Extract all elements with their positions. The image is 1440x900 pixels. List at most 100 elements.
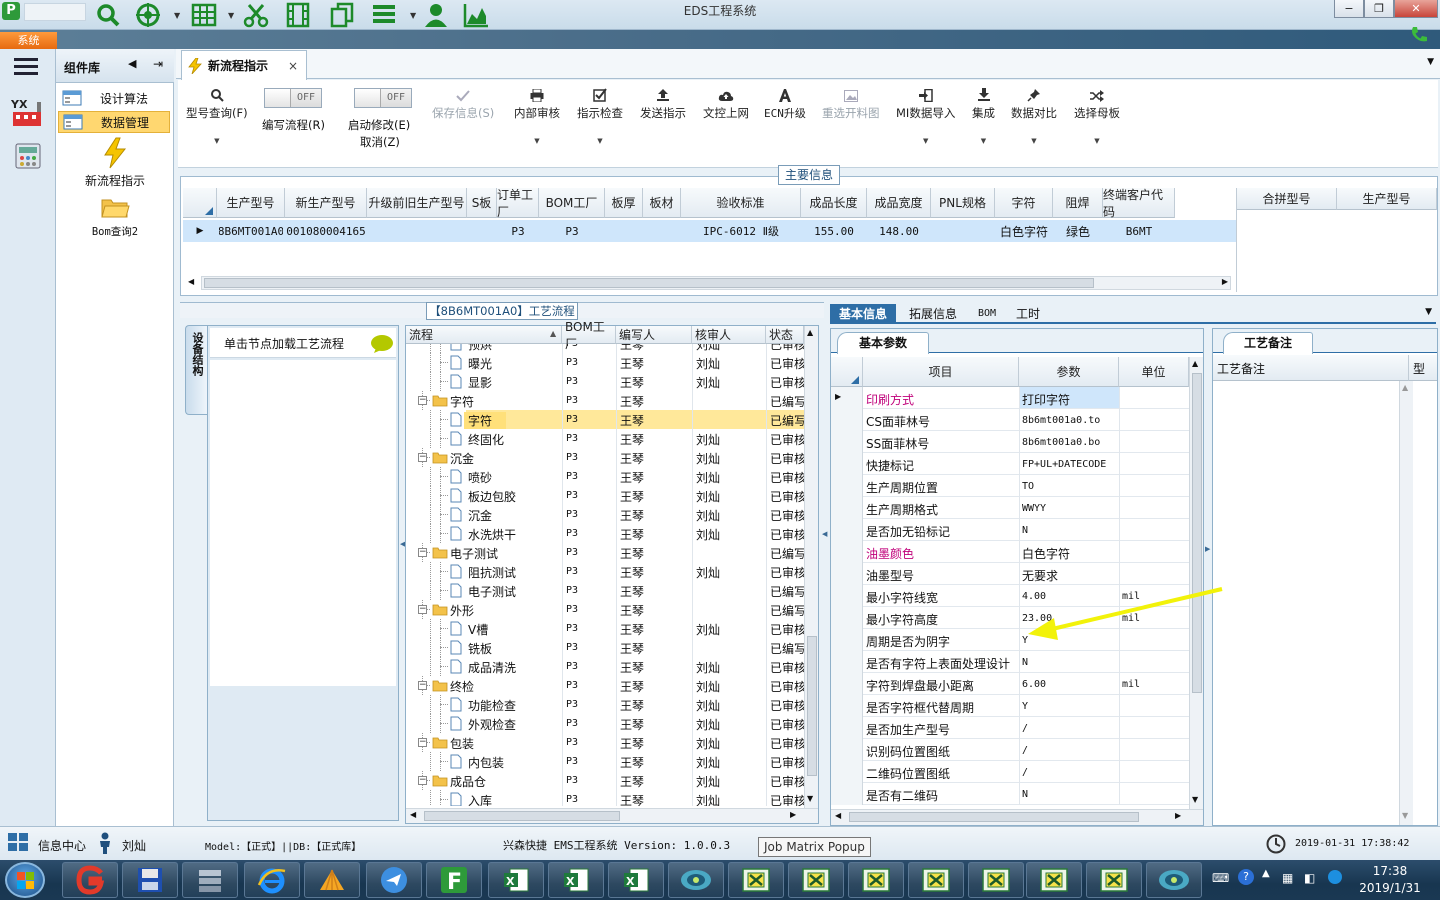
column-header[interactable]: 板材 (643, 188, 681, 218)
tree-row[interactable]: − 成品仓 P3 王琴 刘灿 已审核 (406, 771, 804, 790)
tab-close-icon[interactable]: × (288, 59, 298, 73)
edit-flow-label[interactable]: 编写流程(R) (262, 117, 325, 133)
column-header[interactable]: 状态 (766, 326, 804, 344)
collapse-toggle-icon[interactable]: − (418, 605, 427, 614)
column-header[interactable]: 项目 (863, 357, 1019, 387)
shortcut-bom-query[interactable]: Bom查询2 (56, 195, 174, 243)
taskbar-date[interactable]: 2019/1/31 (1354, 881, 1426, 895)
column-header[interactable]: PNL规格 (931, 188, 995, 218)
device-structure-tab[interactable]: 设备结构 (185, 325, 207, 415)
target-icon[interactable] (134, 2, 162, 28)
column-header[interactable]: BOM工厂 (539, 188, 605, 218)
cancel-button[interactable]: 取消(Z) (360, 134, 400, 150)
load-node-hint[interactable]: 单击节点加载工艺流程 (210, 328, 396, 358)
param-row[interactable]: 二维码位置图纸 / (831, 761, 1189, 783)
shortcut-new-flow[interactable]: 新流程指示 (56, 137, 174, 189)
param-row[interactable]: CS面菲林号 8b6mt001a0.to (831, 409, 1189, 431)
param-row[interactable]: 是否有二维码 N (831, 783, 1189, 805)
tree-row[interactable]: − 包装 P3 王琴 刘灿 已审核 (406, 733, 804, 752)
column-header[interactable]: 生产型号 (217, 188, 285, 218)
tree-row[interactable]: 水洗烘干 P3 王琴 刘灿 已审核 (406, 524, 804, 543)
dropdown-caret-icon[interactable]: ▼ (410, 11, 416, 20)
column-header[interactable]: 新生产型号 (285, 188, 367, 218)
excel-window-icon[interactable] (908, 862, 964, 898)
pcb-icon[interactable] (668, 862, 724, 898)
ecn-upgrade-button[interactable]: ECN升级 (764, 84, 806, 121)
calculator-icon[interactable] (14, 142, 42, 170)
tree-row[interactable]: 铣板 P3 王琴 已编写 (406, 638, 804, 657)
collapse-toggle-icon[interactable]: − (418, 396, 427, 405)
save-info-button[interactable]: 保存信息(S) (432, 84, 494, 121)
column-header[interactable]: 成品长度 (801, 188, 867, 218)
tray-expand-icon[interactable]: ▲ (1262, 868, 1270, 879)
column-header[interactable]: 参数 (1019, 357, 1119, 387)
dropdown-caret-icon[interactable]: ▼ (174, 11, 180, 20)
param-row[interactable]: ▶ 印刷方式 打印字符 (831, 387, 1189, 409)
detail-tab[interactable]: 拓展信息 (902, 304, 964, 324)
modify-label[interactable]: 启动修改(E) (348, 117, 410, 133)
scroll-down-icon[interactable]: ▼ (1402, 811, 1408, 820)
tree-row[interactable]: 显影 P3 王琴 刘灿 已审核 (406, 372, 804, 391)
excel-window-icon[interactable] (728, 862, 784, 898)
stack-icon[interactable] (182, 862, 238, 898)
param-row[interactable]: 是否有字符上表面处理设计 N (831, 651, 1189, 673)
help-icon[interactable]: ? (1238, 869, 1254, 885)
collapse-toggle-icon[interactable]: − (418, 738, 427, 747)
type-column-header[interactable]: 型 (1409, 355, 1437, 381)
detail-tab[interactable]: BOM (970, 304, 1004, 324)
scroll-down-icon[interactable]: ▼ (807, 794, 813, 803)
nav-item-design-algorithm[interactable]: 设计算法 (58, 87, 170, 109)
select-board-button[interactable]: 选择母板 ▼ (1074, 84, 1120, 145)
tree-row[interactable]: 外观检查 P3 王琴 刘灿 已审核 (406, 714, 804, 733)
param-row[interactable]: 是否加无铅标记 N (831, 519, 1189, 541)
excel-icon[interactable]: X (488, 862, 544, 898)
tree-row[interactable]: 沉金 P3 王琴 刘灿 已审核 (406, 505, 804, 524)
tab-new-flow[interactable]: 新流程指示 × (181, 50, 307, 80)
tree-row[interactable]: V槽 P3 王琴 刘灿 已审核 (406, 619, 804, 638)
scroll-up-icon[interactable]: ▲ (1192, 359, 1198, 368)
column-header[interactable]: 单位 (1119, 357, 1189, 387)
job-matrix-popup[interactable]: Job Matrix Popup (758, 837, 871, 857)
collapse-toggle-icon[interactable]: − (418, 776, 427, 785)
windows-grid-icon[interactable] (8, 833, 30, 853)
tree-row[interactable]: − 终检 P3 王琴 刘灿 已审核 (406, 676, 804, 695)
tree-row[interactable]: 阻抗测试 P3 王琴 刘灿 已审核 (406, 562, 804, 581)
scroll-thumb[interactable] (424, 811, 620, 821)
vertical-scrollbar[interactable]: ▲ ▼ (1189, 357, 1203, 809)
detail-tab[interactable]: 基本信息 (830, 304, 896, 324)
excel-window-icon[interactable] (788, 862, 844, 898)
collapse-toggle-icon[interactable]: − (418, 681, 427, 690)
param-row[interactable]: 油墨型号 无要求 (831, 563, 1189, 585)
vertical-scrollbar[interactable]: ▲ ▼ (804, 326, 818, 808)
scroll-left-icon[interactable]: ◀ (410, 810, 416, 819)
column-header[interactable]: 字符 (995, 188, 1053, 218)
reselect-cut-button[interactable]: 重选开料图 (822, 84, 880, 121)
excel-window-icon[interactable] (848, 862, 904, 898)
splitter-grip-icon[interactable]: ▶ (1205, 545, 1210, 553)
start-button[interactable] (5, 862, 45, 898)
param-row[interactable]: 识别码位置图纸 / (831, 739, 1189, 761)
param-row[interactable]: SS面菲林号 8b6mt001a0.bo (831, 431, 1189, 453)
excel-window-icon[interactable] (968, 862, 1024, 898)
column-header[interactable]: 成品宽度 (867, 188, 931, 218)
tree-row[interactable]: 预烘 P3 王琴 刘灿 已审核 (406, 344, 804, 353)
tree-row[interactable]: 板边包胶 P3 王琴 刘灿 已审核 (406, 486, 804, 505)
search-icon[interactable] (94, 2, 122, 28)
tree-row[interactable]: 曝光 P3 王琴 刘灿 已审核 (406, 353, 804, 372)
scroll-right-icon[interactable]: ▶ (790, 810, 796, 819)
param-row[interactable]: 快捷标记 FP+UL+DATECODE (831, 453, 1189, 475)
ie-icon[interactable] (244, 862, 300, 898)
column-header[interactable]: 阻焊 (1053, 188, 1103, 218)
column-header[interactable]: 终端客户代码 (1103, 188, 1175, 219)
p-app-icon[interactable]: F (426, 862, 482, 898)
taskbar-time[interactable]: 17:38 (1360, 864, 1420, 878)
tab-menu-chevron-icon[interactable]: ▼ (1425, 307, 1432, 317)
send-instruction-button[interactable]: 发送指示 (640, 84, 686, 121)
type-query-button[interactable]: 型号查询(F) ▼ (186, 84, 248, 145)
tree-row[interactable]: 成品清洗 P3 王琴 刘灿 已审核 (406, 657, 804, 676)
scroll-thumb[interactable] (849, 812, 1139, 822)
tab-basic-params[interactable]: 基本参数 (837, 332, 929, 354)
shell-icon[interactable] (304, 862, 360, 898)
tree-row[interactable]: 喷砂 P3 王琴 刘灿 已审核 (406, 467, 804, 486)
horizontal-scrollbar[interactable]: ◀ ▶ (188, 276, 1231, 290)
